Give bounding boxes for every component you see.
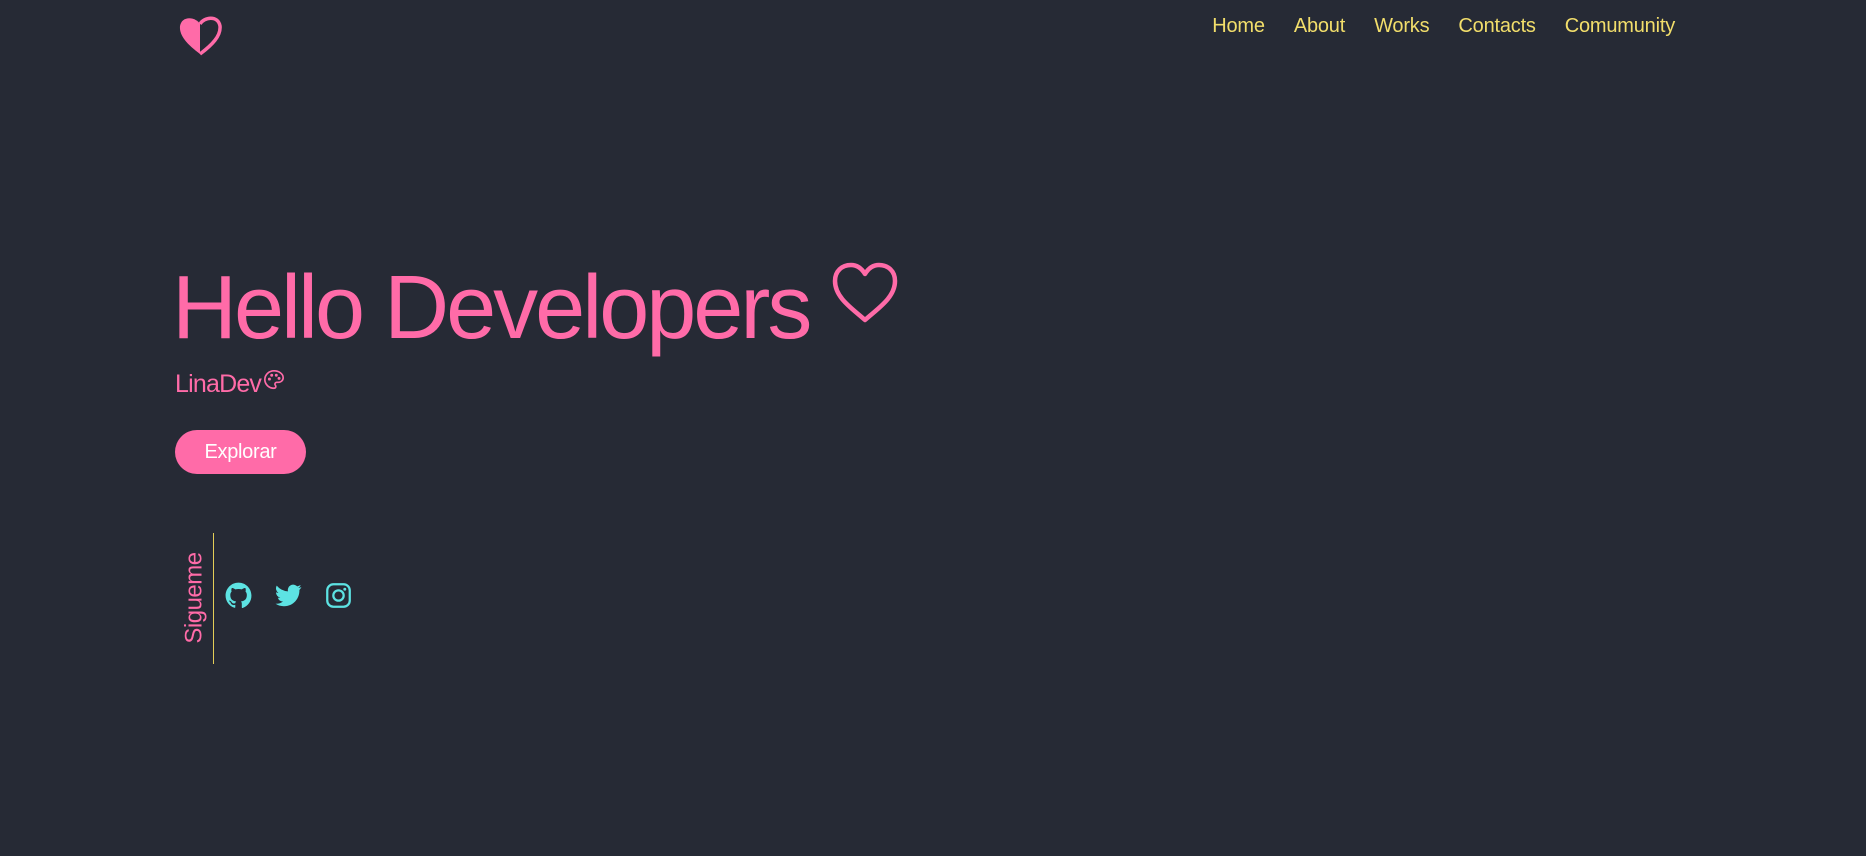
nav-link-about[interactable]: About [1294, 12, 1345, 40]
twitter-icon [275, 584, 302, 607]
nav-link-community[interactable]: Comumunity [1565, 12, 1675, 40]
twitter-link[interactable] [275, 582, 302, 609]
hero-subtitle: LinaDev [175, 370, 262, 398]
palette-icon [264, 370, 285, 390]
hero-heading-row: Hello Developers [172, 258, 899, 358]
github-icon [225, 582, 252, 608]
instagram-icon [326, 583, 351, 608]
hero-title: Hello Developers [172, 258, 812, 358]
instagram-link[interactable] [325, 582, 352, 609]
nav-link-works[interactable]: Works [1374, 12, 1430, 40]
page: Home About Works Contacts Comumunity Hel… [0, 0, 1866, 856]
heart-outline-icon [833, 262, 898, 323]
nav-link-home[interactable]: Home [1212, 12, 1265, 40]
main-nav: Home About Works Contacts Comumunity [1212, 12, 1675, 40]
nav-link-contacts[interactable]: Contacts [1458, 12, 1536, 40]
explore-button[interactable]: Explorar [175, 430, 306, 474]
follow-label: Sigueme [181, 552, 209, 644]
subtitle-row: LinaDev [175, 368, 285, 400]
github-link[interactable] [225, 582, 252, 609]
follow-label-wrap: Sigueme [178, 533, 212, 663]
follow-divider [213, 533, 214, 664]
half-heart-logo-icon[interactable] [178, 14, 222, 56]
social-links [225, 582, 352, 609]
